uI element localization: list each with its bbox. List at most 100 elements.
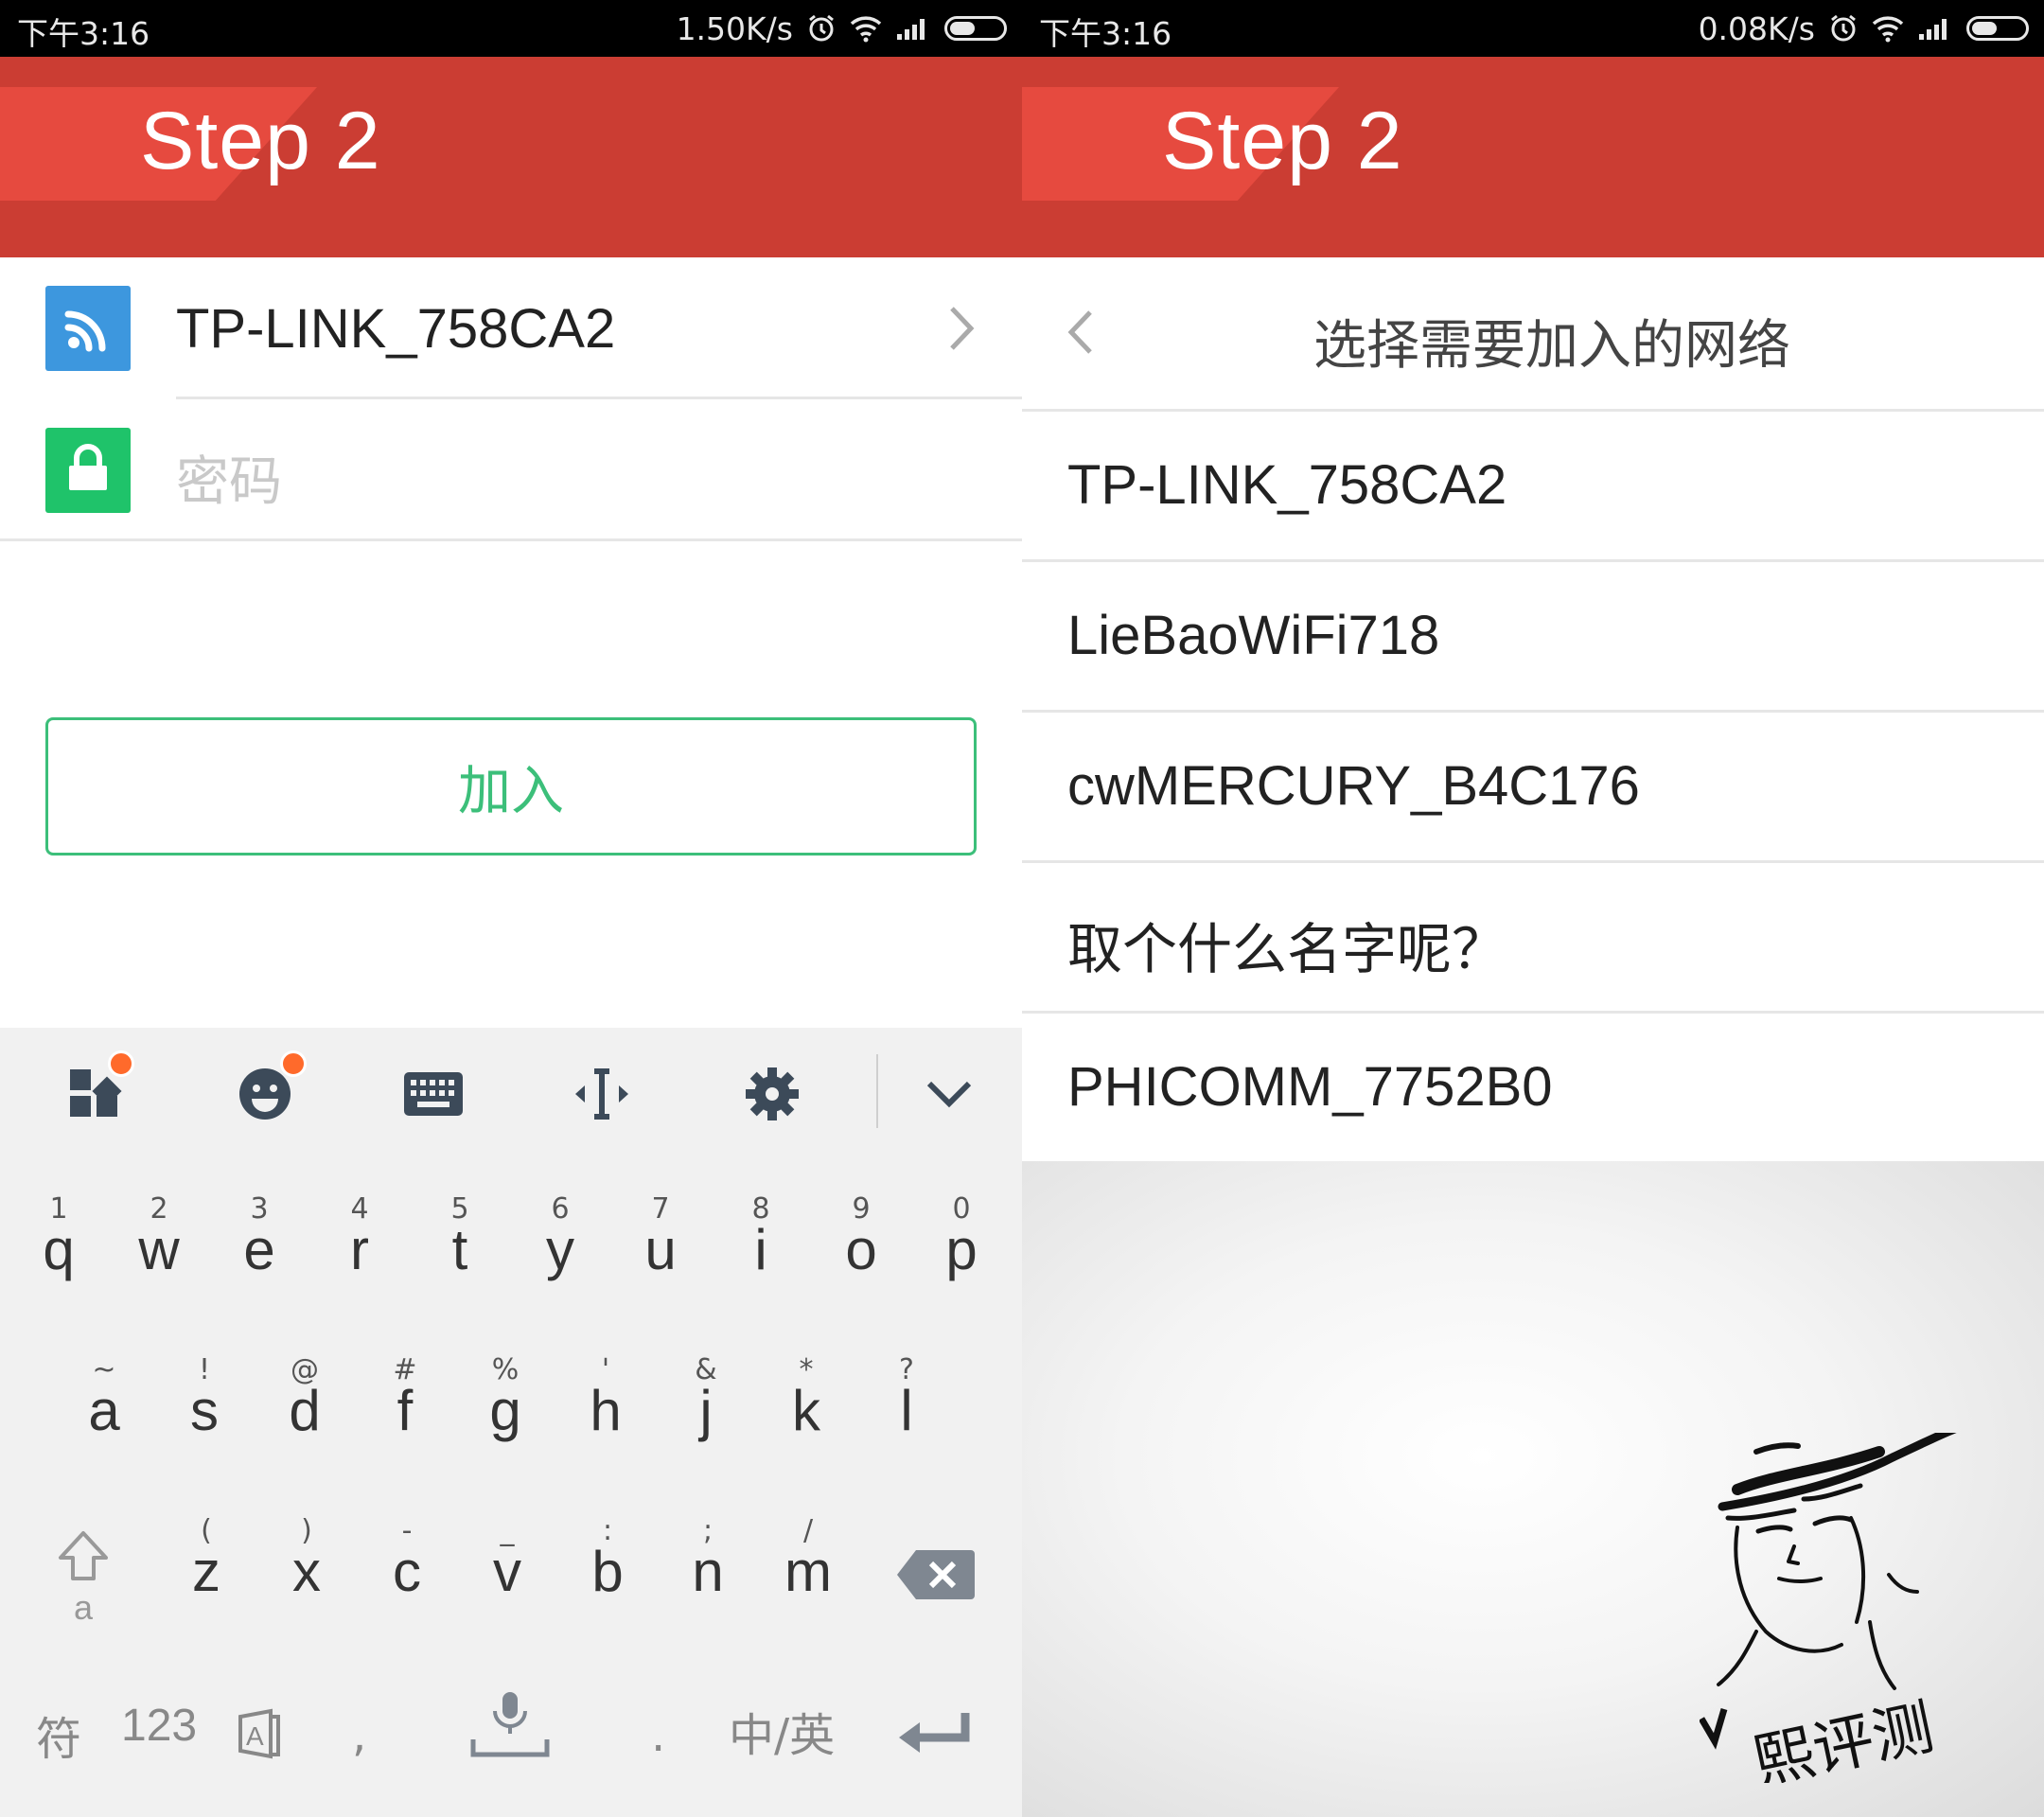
key-h[interactable]: ' h — [558, 1353, 653, 1476]
wifi-icon — [45, 286, 131, 371]
battery-icon — [944, 16, 1007, 41]
signal-icon — [897, 19, 925, 40]
key-o[interactable]: 9o — [814, 1192, 908, 1315]
alarm-icon — [809, 14, 834, 42]
key-m[interactable]: / m — [761, 1514, 855, 1637]
symbols-key[interactable]: 符 — [36, 1702, 81, 1768]
period-key[interactable]: . — [651, 1709, 665, 1762]
step-header: Step 2 — [0, 57, 1022, 257]
cursor-button[interactable] — [564, 1056, 640, 1132]
key-y[interactable]: 6y — [513, 1192, 608, 1315]
watermark-text: 熙评测 — [1748, 1692, 1940, 1783]
alarm-icon — [1831, 14, 1856, 42]
password-input[interactable]: 密码 — [176, 439, 282, 516]
selected-wifi-name: TP-LINK_758CA2 — [176, 298, 616, 360]
left-screen: 下午3:16 1.50K/s Step 2 TP-LINK_758CA2 密码 … — [0, 0, 1022, 1817]
key-label: p — [945, 1218, 978, 1281]
shift-key[interactable]: a — [38, 1524, 129, 1647]
key-r[interactable]: 4r — [312, 1192, 407, 1315]
key-g[interactable]: % g — [458, 1353, 553, 1476]
key-label: h — [590, 1379, 622, 1442]
key-k[interactable]: * k — [759, 1353, 854, 1476]
key-label: j — [699, 1379, 713, 1442]
numbers-key[interactable]: 123 — [121, 1700, 197, 1752]
key-label: r — [350, 1218, 369, 1281]
signal-icon — [1919, 19, 1947, 40]
key-t[interactable]: 5t — [413, 1192, 507, 1315]
key-e[interactable]: 3e — [212, 1192, 307, 1315]
settings-button[interactable] — [734, 1056, 810, 1132]
watermark-logo: 熙评测 — [1700, 1433, 1957, 1783]
cursor-icon — [575, 1068, 628, 1120]
network-list: TP-LINK_758CA2 LieBaoWiFi718 cwMERCURY_B4C… — [1022, 409, 2044, 1161]
chevron-right-icon — [950, 307, 975, 350]
key-u[interactable]: 7u — [613, 1192, 708, 1315]
key-label: n — [692, 1540, 724, 1603]
key-f[interactable]: # f — [358, 1353, 452, 1476]
network-speed: 1.50K/s — [676, 9, 793, 47]
shift-icon — [59, 1531, 108, 1580]
mic-icon — [470, 1692, 550, 1757]
space-key[interactable] — [469, 1690, 551, 1762]
password-row[interactable]: 密码 — [0, 399, 1022, 541]
network-nav-bar: 选择需要加入的网络 — [1022, 257, 2044, 409]
header-title: Step 2 — [140, 96, 381, 186]
key-s[interactable]: ! s — [157, 1353, 252, 1476]
network-item[interactable]: TP-LINK_758CA2 — [1022, 409, 2044, 559]
key-label: x — [292, 1540, 321, 1603]
key-label: i — [754, 1218, 767, 1281]
step-header: Step 2 — [1022, 57, 2044, 257]
key-b[interactable]: :b — [560, 1514, 655, 1637]
keyboard-icon — [404, 1072, 463, 1116]
network-name: LieBaoWiFi718 — [1067, 605, 1440, 666]
key-i[interactable]: 8i — [714, 1192, 808, 1315]
key-q[interactable]: 1q — [11, 1192, 106, 1315]
join-button[interactable]: 加入 — [45, 717, 977, 856]
key-label: o — [845, 1218, 877, 1281]
status-time: 下午3:16 — [17, 15, 150, 52]
key-label: s — [190, 1379, 219, 1442]
keyboard-switch-button[interactable] — [396, 1056, 471, 1132]
shift-letter: a — [73, 1588, 94, 1627]
key-label: v — [493, 1540, 521, 1603]
key-label: m — [784, 1540, 832, 1603]
key-v[interactable]: _ v — [460, 1514, 555, 1637]
key-label: d — [289, 1379, 321, 1442]
language-icon[interactable]: A — [237, 1707, 282, 1760]
language-switch-key[interactable]: 中/英 — [729, 1698, 835, 1764]
key-label: k — [792, 1379, 820, 1442]
lock-icon — [45, 428, 131, 513]
battery-icon — [1966, 16, 2029, 41]
enter-key[interactable] — [897, 1709, 973, 1762]
backspace-key[interactable] — [890, 1529, 984, 1652]
network-item[interactable]: cwMERCURY_B4C176 — [1022, 710, 2044, 860]
network-name: PHICOMM_7752B0 — [1067, 1056, 1553, 1118]
collapse-keyboard-button[interactable] — [911, 1056, 987, 1132]
apps-button[interactable] — [57, 1050, 134, 1132]
network-item[interactable]: PHICOMM_7752B0 — [1022, 1011, 2044, 1161]
key-label: f — [396, 1379, 414, 1442]
key-z[interactable]: (z — [159, 1514, 254, 1637]
key-label: c — [393, 1540, 421, 1603]
key-a[interactable]: ~ a — [57, 1353, 151, 1476]
status-bar: 下午3:16 1.50K/s — [0, 0, 1022, 57]
key-x[interactable]: ) x — [259, 1514, 354, 1637]
wifi-selector-row[interactable]: TP-LINK_758CA2 — [0, 257, 1022, 399]
key-c[interactable]: -c — [360, 1514, 454, 1637]
network-item[interactable]: LieBaoWiFi718 — [1022, 559, 2044, 710]
key-j[interactable]: & j — [659, 1353, 753, 1476]
keyboard-toolbar — [0, 1028, 1022, 1151]
key-label: y — [546, 1218, 574, 1281]
emoji-button[interactable] — [227, 1050, 307, 1132]
collapse-icon — [926, 1081, 972, 1108]
key-l[interactable]: ? l — [859, 1353, 954, 1476]
network-item[interactable]: 取个什么名字呢？ — [1022, 860, 2044, 1011]
key-d[interactable]: @ d — [257, 1353, 352, 1476]
network-name: cwMERCURY_B4C176 — [1067, 755, 1640, 817]
key-p[interactable]: 0p — [914, 1192, 1009, 1315]
key-label: l — [900, 1379, 913, 1442]
wifi-signal-icon — [850, 16, 882, 43]
comma-key[interactable]: , — [352, 1709, 366, 1762]
key-w[interactable]: 2w — [112, 1192, 206, 1315]
key-n[interactable]: ; n — [661, 1514, 755, 1637]
